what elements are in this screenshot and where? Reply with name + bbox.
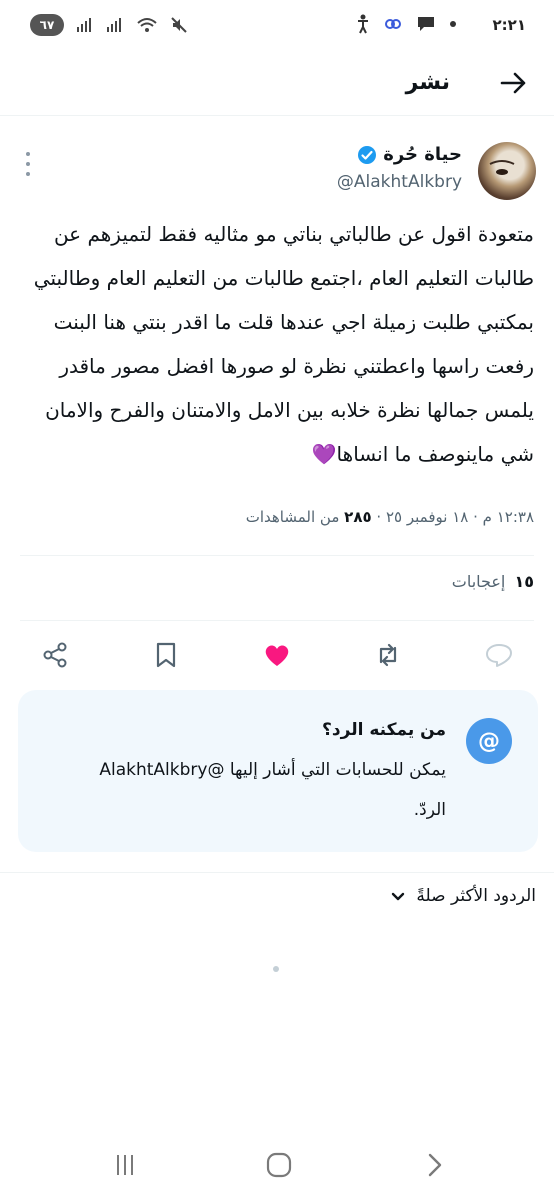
battery-indicator: ٦٧ (30, 14, 64, 36)
mute-icon (171, 17, 187, 33)
meta-separator: · (371, 508, 382, 526)
share-icon[interactable] (40, 640, 70, 670)
chat-icon (418, 17, 434, 31)
signal-icon-2 (107, 18, 121, 32)
avatar-image (489, 160, 515, 175)
avatar[interactable] (478, 142, 536, 200)
signal-icon (77, 18, 91, 32)
retweet-icon[interactable] (373, 640, 403, 670)
divider (20, 555, 534, 556)
replies-sort-label: الردود الأكثر صلةً (416, 886, 536, 906)
user-handle[interactable]: @AlakhtAlkbry (337, 172, 462, 192)
display-name-row: حياة حُرة (357, 144, 462, 165)
status-bar: ٦٧ ٢:٢١ (0, 0, 554, 52)
top-bar: نشر (0, 52, 554, 116)
likes-count: ١٥ (514, 572, 534, 591)
page-title: نشر (405, 70, 450, 95)
divider (0, 872, 554, 873)
messenger-icon (385, 19, 401, 29)
notification-dot (450, 21, 456, 27)
wifi-icon (137, 18, 157, 32)
verified-badge-icon (358, 145, 377, 164)
display-name[interactable]: حياة حُرة (383, 144, 462, 165)
tweet-header: حياة حُرة @AlakhtAlkbry (0, 138, 554, 204)
home-icon[interactable] (264, 1150, 294, 1180)
tweet-meta: ١٢:٣٨ م · ١٨ نوفمبر ٢٥ · ٢٨٥ من المشاهدا… (14, 508, 534, 526)
status-right-icons (356, 14, 456, 34)
chevron-down-icon (392, 892, 405, 901)
reply-card-body: يمكن للحسابات التي أشار إليها @AlakhtAlk… (99, 760, 446, 820)
tweet-actions (0, 636, 554, 676)
divider (20, 620, 534, 621)
clock: ٢:٢١ (492, 16, 526, 34)
who-can-reply-card: @ من يمكنه الرد؟ يمكن للحسابات التي أشار… (18, 690, 538, 852)
reply-icon[interactable] (484, 640, 514, 670)
loading-indicator (273, 966, 279, 972)
bookmark-icon[interactable] (151, 640, 181, 670)
back-arrow-icon[interactable] (498, 68, 528, 98)
replies-sort-dropdown[interactable]: الردود الأكثر صلةً (390, 886, 536, 906)
views-count: ٢٨٥ (344, 508, 372, 526)
more-options-icon[interactable] (22, 152, 34, 176)
like-icon[interactable] (262, 640, 292, 670)
tweet-time: ١٢:٣٨ م (482, 508, 534, 526)
status-left-icons: ٦٧ (30, 14, 188, 36)
accessibility-icon (358, 14, 368, 34)
meta-separator: · (468, 508, 478, 526)
back-nav-icon[interactable] (420, 1150, 450, 1180)
reply-card-title: من يمكنه الرد؟ (322, 720, 446, 740)
tweet-text: متعودة اقول عن طالباتي بناتي مو مثاليه ف… (33, 222, 534, 466)
system-navigation-bar (0, 1140, 554, 1190)
views-label[interactable]: من المشاهدات (246, 508, 340, 526)
tweet-date: ١٨ نوفمبر ٢٥ (385, 508, 469, 526)
recent-apps-icon[interactable] (110, 1150, 140, 1180)
likes-stat[interactable]: ١٥ إعجابات (452, 572, 534, 591)
likes-label: إعجابات (451, 572, 506, 591)
mention-icon: @ (466, 718, 512, 764)
